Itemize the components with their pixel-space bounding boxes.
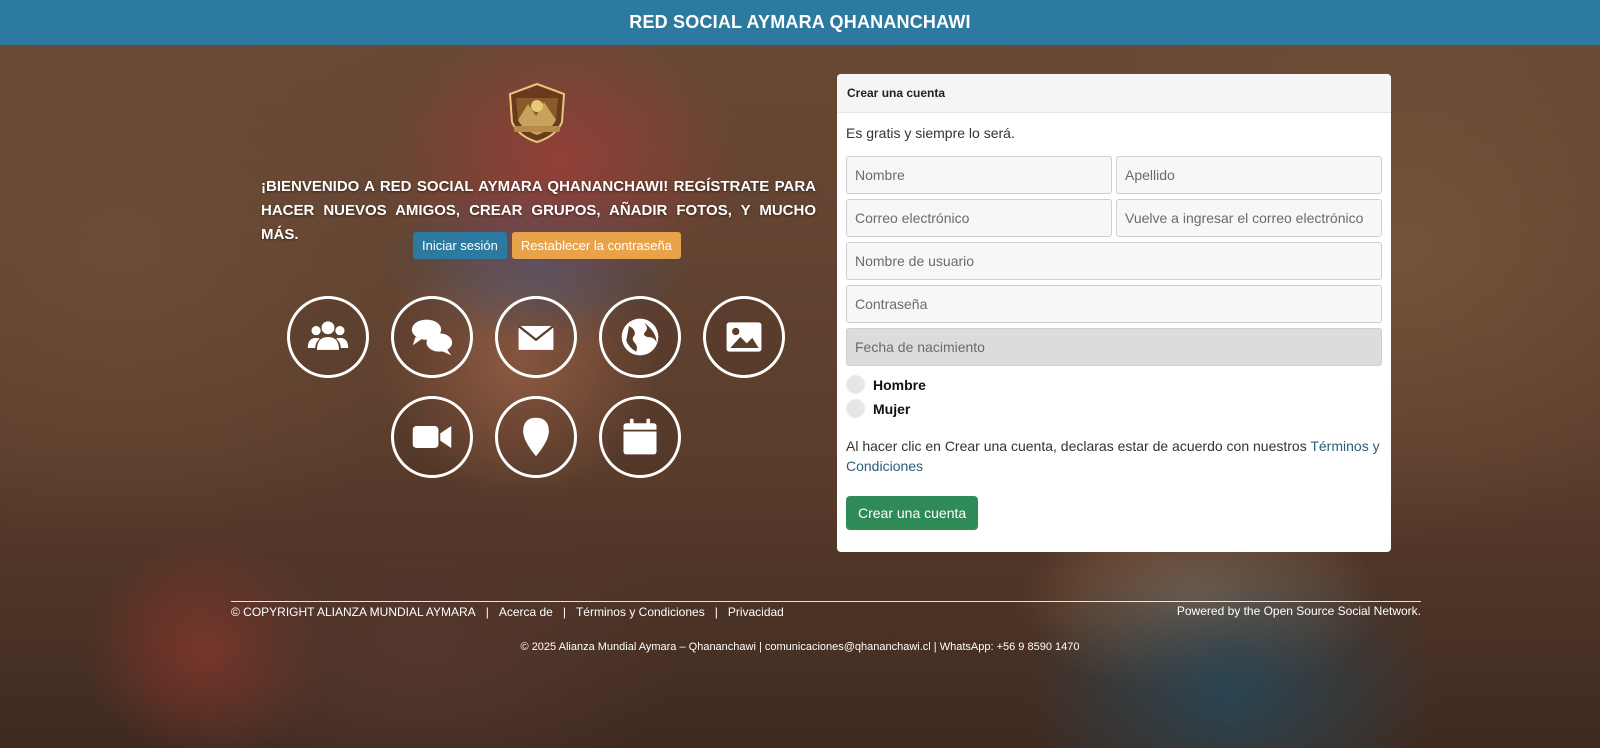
gender-male-label: Hombre bbox=[873, 376, 926, 393]
gender-female-label: Mujer bbox=[873, 400, 911, 417]
email-repeat-input[interactable] bbox=[1116, 199, 1382, 237]
last-name-input[interactable] bbox=[1116, 156, 1382, 194]
footer-link-terms[interactable]: Términos y Condiciones bbox=[576, 605, 705, 619]
footer-links: © COPYRIGHT ALIANZA MUNDIAL AYMARA | Ace… bbox=[231, 605, 784, 619]
password-input[interactable] bbox=[846, 285, 1382, 323]
terms-notice: Al hacer clic en Crear una cuenta, decla… bbox=[846, 436, 1382, 476]
register-title: Crear una cuenta bbox=[837, 74, 1391, 113]
site-logo bbox=[506, 82, 568, 144]
envelope-icon bbox=[495, 296, 577, 378]
map-pin-icon bbox=[495, 396, 577, 478]
gender-female-radio[interactable] bbox=[846, 399, 865, 418]
globe-icon bbox=[599, 296, 681, 378]
footer-divider bbox=[231, 601, 1421, 602]
footer-link-about[interactable]: Acerca de bbox=[499, 605, 553, 619]
image-icon bbox=[703, 296, 785, 378]
calendar-icon bbox=[599, 396, 681, 478]
footer-link-privacy[interactable]: Privacidad bbox=[728, 605, 784, 619]
username-input[interactable] bbox=[846, 242, 1382, 280]
top-header: RED SOCIAL AYMARA QHANANCHAWI bbox=[0, 0, 1600, 45]
register-panel: Crear una cuenta Es gratis y siempre lo … bbox=[837, 74, 1391, 552]
footer-separator: | bbox=[562, 605, 566, 619]
login-button[interactable]: Iniciar sesión bbox=[413, 232, 507, 259]
footer-separator: | bbox=[714, 605, 718, 619]
video-icon bbox=[391, 396, 473, 478]
group-icon bbox=[287, 296, 369, 378]
footer-separator: | bbox=[485, 605, 489, 619]
footer-copyright: © COPYRIGHT ALIANZA MUNDIAL AYMARA bbox=[231, 605, 476, 619]
birthdate-input[interactable] bbox=[846, 328, 1382, 366]
reset-password-button[interactable]: Restablecer la contraseña bbox=[511, 232, 681, 259]
terms-text: Al hacer clic en Crear una cuenta, decla… bbox=[846, 438, 1311, 454]
footer-contact: © 2025 Alianza Mundial Aymara – Qhananch… bbox=[520, 641, 1080, 653]
site-title[interactable]: RED SOCIAL AYMARA QHANANCHAWI bbox=[629, 12, 970, 33]
register-subtitle: Es gratis y siempre lo será. bbox=[846, 125, 1015, 141]
powered-by[interactable]: Powered by the Open Source Social Networ… bbox=[1177, 604, 1421, 618]
chat-icon bbox=[391, 296, 473, 378]
first-name-input[interactable] bbox=[846, 156, 1112, 194]
email-input[interactable] bbox=[846, 199, 1112, 237]
gender-male-radio[interactable] bbox=[846, 375, 865, 394]
create-account-button[interactable]: Crear una cuenta bbox=[846, 496, 979, 530]
